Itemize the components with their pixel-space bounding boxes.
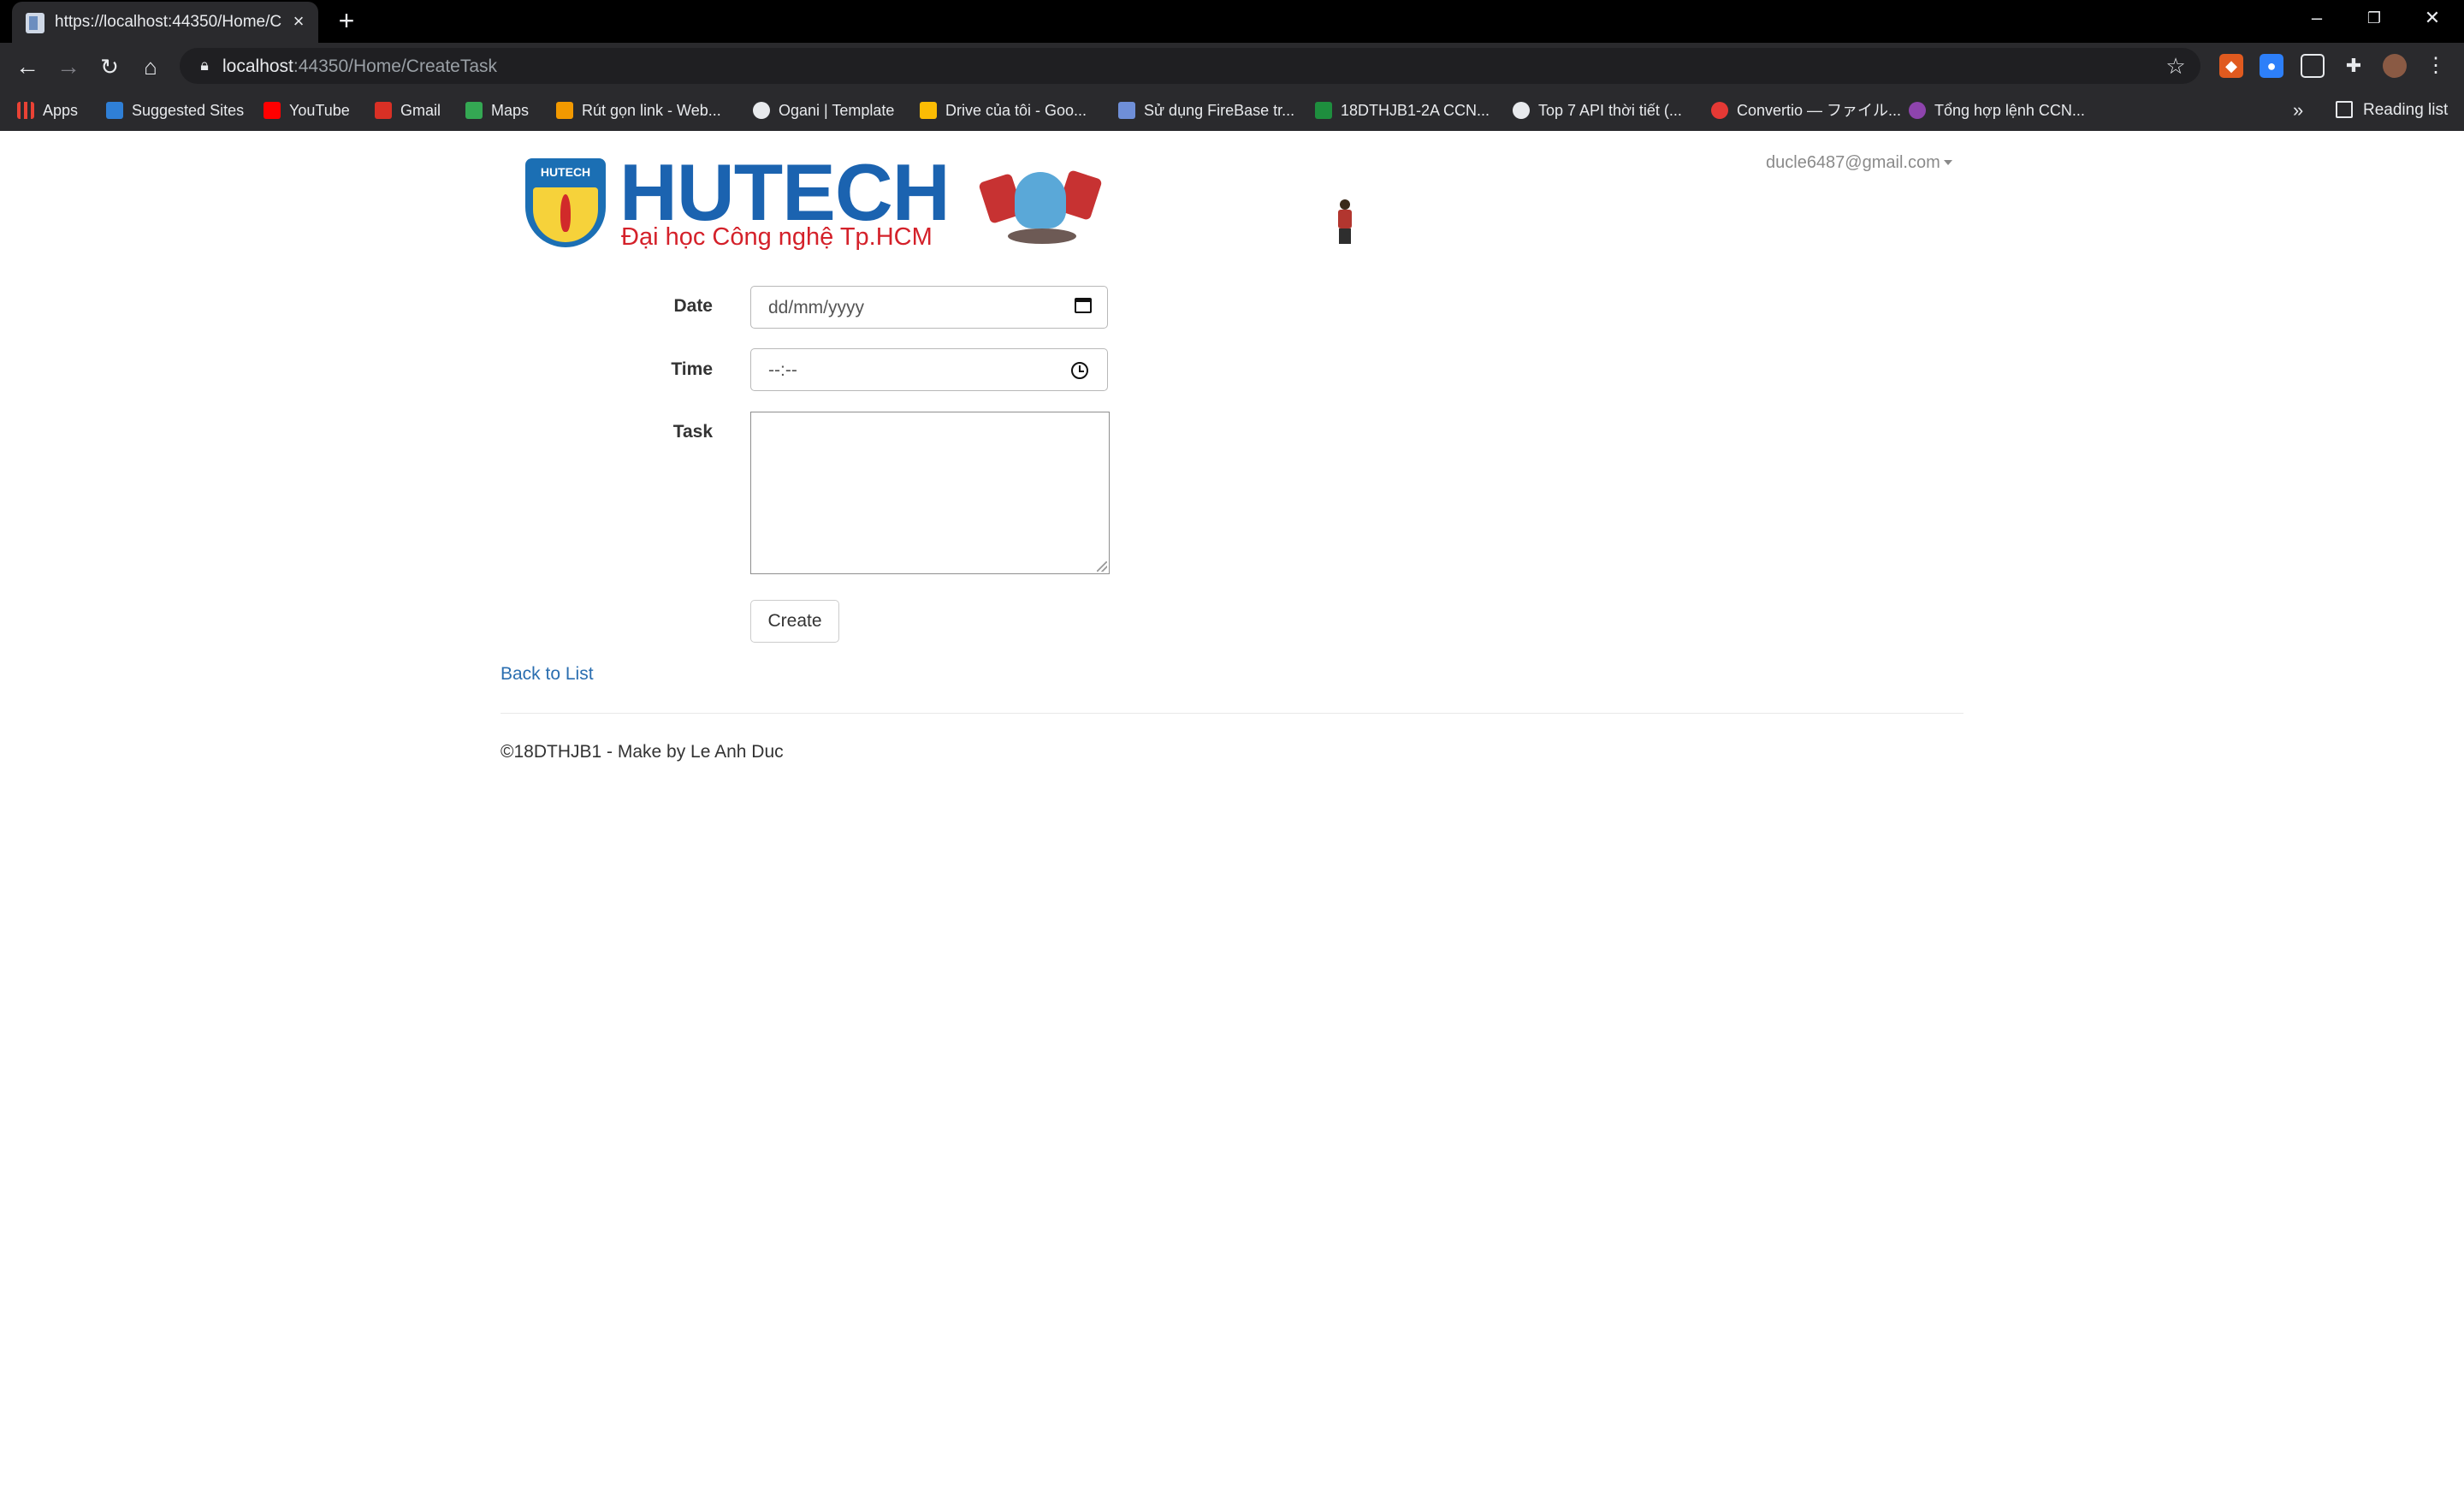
back-to-list-link[interactable]: Back to List: [500, 664, 594, 685]
date-field[interactable]: dd/mm/yyyy: [750, 286, 1108, 329]
home-icon[interactable]: ⌂: [133, 50, 168, 84]
sprite-legs: [1339, 228, 1351, 244]
browser-chrome: https://localhost:44350/Home/C × + – ❐ ✕…: [0, 0, 2464, 132]
user-email: ducle6487@gmail.com: [1766, 153, 1940, 172]
time-placeholder: --:--: [768, 360, 797, 380]
youtube-icon: [264, 102, 281, 119]
caret-down-icon: [1943, 160, 1952, 165]
bookmark-rut-gon-link[interactable]: Rút gọn link - Web...: [556, 98, 721, 122]
calendar-icon[interactable]: [1075, 298, 1092, 313]
hutech-shield-icon: HUTECH: [525, 158, 606, 247]
hutech-logo[interactable]: HUTECH HUTECH Đại học Công nghệ Tp.HCM: [525, 147, 951, 254]
shield-text: HUTECH: [540, 165, 591, 179]
tab-title: https://localhost:44350/Home/C: [55, 13, 282, 31]
bookmark-suggested-sites[interactable]: Suggested Sites: [106, 98, 244, 122]
resize-grip-icon[interactable]: [1097, 561, 1107, 572]
bookmark-tong-hop-lenh[interactable]: Tổng hợp lệnh CCN...: [1909, 98, 2085, 122]
bookmark-ogani[interactable]: Ogani | Template: [753, 98, 894, 122]
maps-icon: [465, 102, 483, 119]
bookmark-gmail[interactable]: Gmail: [375, 98, 441, 122]
clock-icon[interactable]: [1071, 362, 1088, 379]
bookmark-youtube[interactable]: YouTube: [264, 98, 350, 122]
shield-inner: [533, 187, 598, 242]
footer-divider: [500, 713, 1964, 714]
user-menu[interactable]: ducle6487@gmail.com: [1766, 153, 1952, 173]
browser-toolbar: ← → ↻ ⌂ 🔒︎ localhost:44350/Home/CreateTa…: [0, 43, 2464, 90]
mascot-body: [1015, 172, 1066, 228]
extension-shield-icon[interactable]: ◆: [2219, 54, 2243, 78]
extensions-puzzle-icon[interactable]: ✚: [2342, 54, 2366, 78]
bookmark-apps[interactable]: Apps: [17, 98, 78, 122]
sprite-body: [1338, 210, 1352, 228]
gmail-icon: [375, 102, 392, 119]
bookmark-star-icon[interactable]: ☆: [2163, 53, 2189, 79]
bookmark-drive[interactable]: Drive của tôi - Goo...: [920, 98, 1087, 122]
brand-subtitle: Đại học Công nghệ Tp.HCM: [621, 223, 933, 251]
mascot-image: [978, 169, 1103, 246]
character-sprite-image: [1335, 199, 1355, 244]
reload-icon[interactable]: ↻: [92, 50, 127, 84]
clock-logo-icon: [1513, 102, 1530, 119]
globe-icon: [753, 102, 770, 119]
new-tab-button[interactable]: +: [332, 7, 361, 36]
convertio-icon: [1711, 102, 1728, 119]
url-text: localhost:44350/Home/CreateTask: [222, 56, 498, 76]
create-button[interactable]: Create: [750, 600, 839, 643]
tab-close-icon[interactable]: ×: [287, 10, 310, 33]
date-label: Date: [673, 296, 713, 316]
extension-window-icon[interactable]: [2301, 54, 2325, 78]
v-shield-icon: [556, 102, 573, 119]
bookmark-classroom[interactable]: 18DTHJB1-2A CCN...: [1315, 98, 1490, 122]
web-page: HUTECH HUTECH Đại học Công nghệ Tp.HCM d…: [0, 131, 2464, 1489]
tab-strip: https://localhost:44350/Home/C × + – ❐ ✕: [0, 0, 2464, 43]
bookmark-weather-api[interactable]: Top 7 API thời tiết (...: [1513, 98, 1682, 122]
browser-tab-active[interactable]: https://localhost:44350/Home/C ×: [12, 2, 318, 43]
flame-icon: [560, 194, 571, 232]
minimize-icon[interactable]: –: [2300, 5, 2334, 31]
bookmarks-bar: Apps Suggested Sites YouTube Gmail Maps …: [0, 90, 2464, 132]
address-bar[interactable]: 🔒︎ localhost:44350/Home/CreateTask ☆: [180, 48, 2200, 84]
task-textarea[interactable]: [750, 412, 1110, 574]
footer-text: ©18DTHJB1 - Make by Le Anh Duc: [500, 742, 784, 762]
profile-avatar-icon[interactable]: [2383, 54, 2407, 78]
date-placeholder: dd/mm/yyyy: [768, 298, 865, 317]
back-arrow-icon[interactable]: ←: [10, 50, 44, 84]
lock-icon[interactable]: 🔒︎: [195, 56, 214, 74]
bookmark-maps[interactable]: Maps: [465, 98, 529, 122]
apps-grid-icon: [17, 102, 34, 119]
purple-circle-icon: [1909, 102, 1926, 119]
bookmark-firebase[interactable]: Sử dụng FireBase tr...: [1118, 98, 1294, 122]
sprite-head: [1340, 199, 1350, 210]
classroom-icon: [1315, 102, 1332, 119]
bookmarks-overflow-chevron-icon[interactable]: »: [2293, 98, 2303, 122]
task-label: Task: [672, 422, 713, 442]
bookmark-convertio[interactable]: Convertio — ファイル...: [1711, 98, 1901, 122]
window-close-icon[interactable]: ✕: [2415, 5, 2449, 31]
reading-list-button[interactable]: Reading list: [2336, 98, 2448, 122]
extension-drop-icon[interactable]: ●: [2260, 54, 2283, 78]
page-favicon-icon: [26, 13, 44, 33]
forward-arrow-icon[interactable]: →: [51, 50, 86, 84]
bing-icon: [106, 102, 123, 119]
browser-menu-icon[interactable]: ⋮: [2424, 54, 2448, 78]
reading-list-icon: [2336, 101, 2353, 118]
y-icon: [1118, 102, 1135, 119]
time-field[interactable]: --:--: [750, 348, 1108, 391]
restore-icon[interactable]: ❐: [2357, 5, 2391, 31]
time-label: Time: [671, 359, 713, 379]
drive-icon: [920, 102, 937, 119]
mascot-base: [1008, 228, 1076, 244]
